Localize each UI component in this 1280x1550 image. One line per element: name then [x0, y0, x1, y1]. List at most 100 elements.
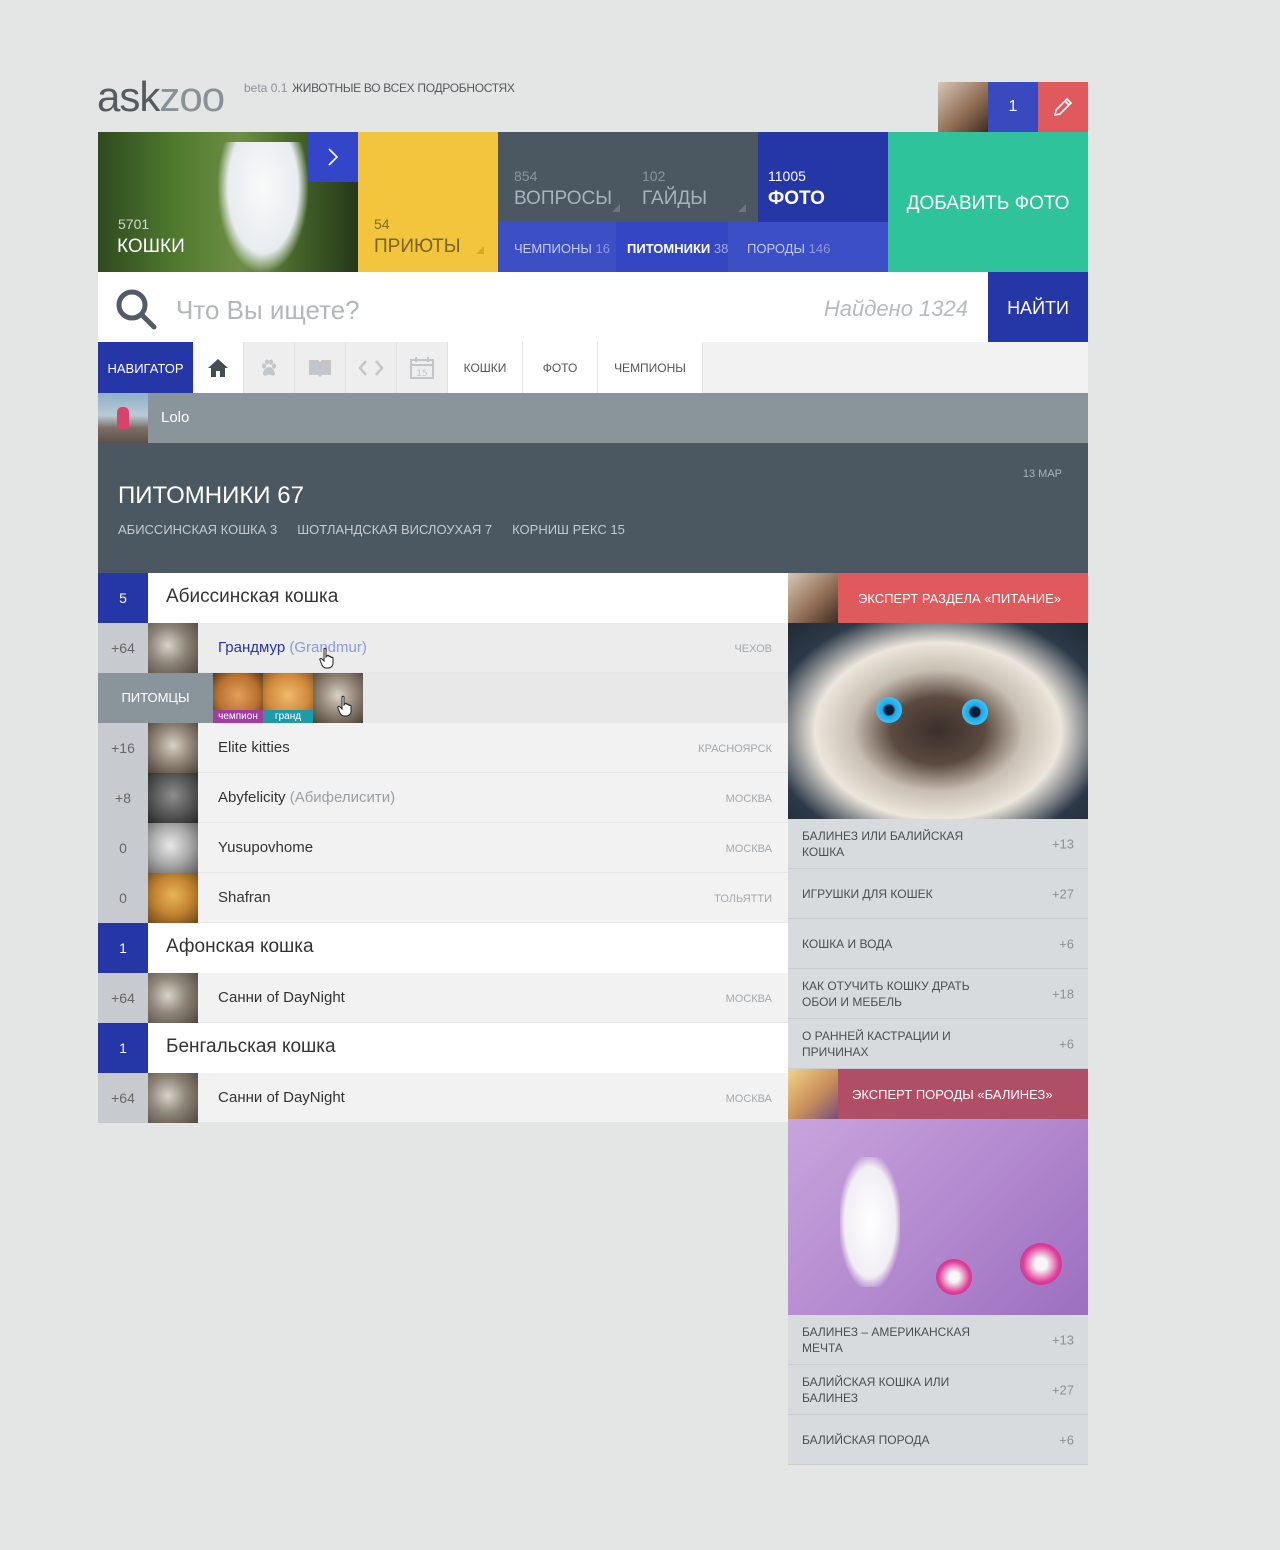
expert-header[interactable]: ЭКСПЕРТ РАЗДЕЛА «ПИТАНИЕ»	[788, 573, 1088, 623]
pet-thumbnail[interactable]	[313, 673, 363, 723]
tag-link[interactable]: ШОТЛАНДСКАЯ ВИСЛОУХАЯ 7	[297, 522, 492, 537]
tile-questions[interactable]: 854 ВОПРОСЫ	[498, 132, 626, 222]
article-item[interactable]: О РАННЕЙ КАСТРАЦИИ И ПРИЧИНАХ +6	[788, 1019, 1088, 1069]
breed-group-header[interactable]: 1 Бенгальская кошка	[98, 1023, 788, 1073]
tagline: ЖИВОТНЫЕ ВО ВСЕХ ПОДРОБНОСТЯХ	[292, 81, 515, 95]
group-count: 5	[98, 573, 148, 623]
article-item[interactable]: БАЛИЙСКАЯ ПОРОДА +6	[788, 1415, 1088, 1465]
search-button[interactable]: НАЙТИ	[988, 272, 1088, 342]
item-city: МОСКВА	[725, 843, 772, 855]
item-score: +8	[98, 773, 148, 823]
pet-thumbnail[interactable]: чемпион	[213, 673, 263, 723]
pet-thumbnail[interactable]: гранд	[263, 673, 313, 723]
expert-photo[interactable]	[788, 623, 1088, 819]
nav-home[interactable]	[193, 342, 244, 393]
pencil-icon	[1053, 97, 1073, 117]
item-title[interactable]: Elite kitties	[218, 739, 290, 756]
item-thumbnail	[148, 823, 198, 873]
article-item[interactable]: БАЛИНЕЗ ИЛИ БАЛИЙСКАЯ КОШКА +13	[788, 819, 1088, 869]
item-title[interactable]: Грандмур (Grandmur)	[218, 639, 367, 656]
item-title[interactable]: Abyfelicity (Абифелисити)	[218, 789, 395, 806]
avatar[interactable]	[98, 393, 148, 443]
search-input[interactable]	[176, 290, 776, 330]
article-title: БАЛИЙСКАЯ КОШКА ИЛИ БАЛИНЕЗ	[802, 1374, 950, 1405]
sidebar: ЭКСПЕРТ РАЗДЕЛА «ПИТАНИЕ» БАЛИНЕЗ ИЛИ БА…	[788, 573, 1088, 1465]
logo[interactable]: askzoo	[97, 74, 225, 120]
nav-calendar[interactable]: 15	[397, 342, 448, 393]
badge-grand: гранд	[263, 710, 313, 723]
item-thumbnail	[148, 773, 198, 823]
edit-button[interactable]	[1038, 82, 1088, 132]
list-item[interactable]: 0 Shafran ТОЛЬЯТТИ	[98, 873, 788, 923]
tile-photo[interactable]: 11005 ФОТО	[758, 132, 888, 222]
user-name[interactable]: Lolo	[161, 409, 189, 426]
notification-count[interactable]: 1	[988, 82, 1038, 132]
tag-link[interactable]: АБИССИНСКАЯ КОШКА 3	[118, 522, 277, 537]
search-icon[interactable]	[114, 287, 158, 331]
item-title[interactable]: Санни of DayNight	[218, 989, 345, 1006]
expert-avatar[interactable]	[788, 573, 838, 623]
list-item[interactable]: +64 Грандмур (Grandmur) ЧЕХОВ	[98, 623, 788, 673]
nav-tab-cats[interactable]: КОШКИ	[448, 342, 523, 393]
calendar-icon: 15	[410, 356, 434, 379]
article-item[interactable]: КОШКА И ВОДА +6	[788, 919, 1088, 969]
article-item[interactable]: БАЛИЙСКАЯ КОШКА ИЛИ БАЛИНЕЗ +27	[788, 1365, 1088, 1415]
tab-nurseries[interactable]: ПИТОМНИКИ 38	[627, 241, 728, 256]
item-score: +16	[98, 723, 148, 773]
cats-label: КОШКИ	[117, 236, 185, 257]
article-score: +6	[1059, 1036, 1074, 1051]
guides-label: ГАЙДЫ	[642, 188, 708, 209]
guides-count: 102	[642, 168, 666, 184]
tag-link[interactable]: КОРНИШ РЕКС 15	[512, 522, 625, 537]
item-title[interactable]: Yusupovhome	[218, 839, 313, 856]
cat-eye	[962, 699, 988, 725]
nav-animals[interactable]	[244, 342, 295, 393]
article-score: +18	[1051, 986, 1074, 1001]
breed-group-header[interactable]: 5 Абиссинская кошка	[98, 573, 788, 623]
article-score: +6	[1059, 1432, 1074, 1447]
item-city: ТОЛЬЯТТИ	[714, 893, 772, 905]
article-title: БАЛИНЕЗ ИЛИ БАЛИЙСКАЯ КОШКА	[802, 828, 964, 859]
article-score: +6	[1059, 936, 1074, 951]
results-count: Найдено 1324	[823, 296, 968, 321]
list-item[interactable]: +64 Санни of DayNight МОСКВА	[98, 1073, 788, 1123]
article-item[interactable]: БАЛИНЕЗ – АМЕРИКАНСКАЯ МЕЧТА +13	[788, 1315, 1088, 1365]
list-item[interactable]: 0 Yusupovhome МОСКВА	[98, 823, 788, 873]
article-title: БАЛИНЕЗ – АМЕРИКАНСКАЯ МЕЧТА	[802, 1324, 970, 1355]
expert-title: ЭКСПЕРТ РАЗДЕЛА «ПИТАНИЕ»	[858, 591, 1062, 606]
item-score: 0	[98, 823, 148, 873]
nav-guides[interactable]	[295, 342, 346, 393]
pets-label: ПИТОМЦЫ	[98, 673, 213, 723]
user-avatar[interactable]	[938, 82, 988, 132]
tile-shelters[interactable]: 54 ПРИЮТЫ	[358, 132, 498, 272]
expert-header[interactable]: ЭКСПЕРТ ПОРОДЫ «БАЛИНЕЗ»	[788, 1069, 1088, 1119]
item-title[interactable]: Shafran	[218, 889, 271, 906]
add-photo-button[interactable]: ДОБАВИТЬ ФОТО	[888, 132, 1088, 272]
list-item[interactable]: +8 Abyfelicity (Абифелисити) МОСКВА	[98, 773, 788, 823]
list-item[interactable]: +16 Elite kitties КРАСНОЯРСК	[98, 723, 788, 773]
breed-group-header[interactable]: 1 Афонская кошка	[98, 923, 788, 973]
article-item[interactable]: КАК ОТУЧИТЬ КОШКУ ДРАТЬ ОБОИ И МЕБЕЛЬ +1…	[788, 969, 1088, 1019]
article-title: О РАННЕЙ КАСТРАЦИИ И ПРИЧИНАХ	[802, 1028, 951, 1059]
tab-breeds[interactable]: ПОРОДЫ 146	[747, 241, 830, 256]
expert-avatar[interactable]	[788, 1069, 838, 1119]
section-tags: АБИССИНСКАЯ КОШКА 3 ШОТЛАНДСКАЯ ВИСЛОУХА…	[118, 522, 625, 537]
tab-champions[interactable]: ЧЕМПИОНЫ 16	[514, 241, 610, 256]
item-title[interactable]: Санни of DayNight	[218, 1089, 345, 1106]
list-item[interactable]: +64 Санни of DayNight МОСКВА	[98, 973, 788, 1023]
article-item[interactable]: ИГРУШКИ ДЛЯ КОШЕК +27	[788, 869, 1088, 919]
item-city: КРАСНОЯРСК	[698, 743, 772, 755]
photo-label: ФОТО	[768, 188, 825, 209]
tile-guides[interactable]: 102 ГАЙДЫ	[626, 132, 758, 222]
article-title: КОШКА И ВОДА	[802, 936, 893, 951]
next-button[interactable]	[308, 132, 358, 182]
nav-tab-photo[interactable]: ФОТО	[523, 342, 598, 393]
item-score: +64	[98, 973, 148, 1023]
item-thumbnail	[148, 723, 198, 773]
expert-photo[interactable]	[788, 1119, 1088, 1315]
nav-tab-champions[interactable]: ЧЕМПИОНЫ	[598, 342, 703, 393]
book-icon	[309, 359, 331, 377]
nav-code[interactable]	[346, 342, 397, 393]
navigator-label: НАВИГАТОР	[98, 342, 193, 393]
photo-count: 11005	[768, 168, 806, 184]
